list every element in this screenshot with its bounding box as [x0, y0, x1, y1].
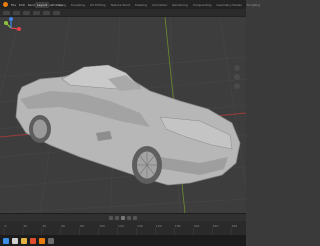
3d-viewport[interactable] — [0, 17, 246, 213]
tab-uv-editing[interactable]: UV Editing — [88, 2, 108, 8]
menu-file[interactable]: File — [11, 3, 16, 7]
timeline-editor[interactable]: 0 20 40 60 80 100 120 140 160 180 200 220 240 — [0, 213, 246, 236]
add-menu-button[interactable] — [43, 10, 50, 15]
previous-keyframe-button[interactable] — [115, 215, 119, 220]
tab-geometry-nodes[interactable]: Geometry Nodes — [215, 2, 244, 8]
next-keyframe-button[interactable] — [127, 215, 131, 220]
tab-texture-paint[interactable]: Texture Paint — [109, 2, 132, 8]
tab-shading[interactable]: Shading — [133, 2, 149, 8]
play-button[interactable] — [121, 215, 125, 220]
tab-compositing[interactable]: Compositing — [191, 2, 214, 8]
ruler-tick-label: 240 — [232, 224, 238, 228]
ruler-tick-label: 140 — [137, 224, 143, 228]
frame-ruler[interactable]: 0 20 40 60 80 100 120 140 160 180 200 220 240 — [0, 222, 246, 235]
zoom-icon[interactable] — [234, 65, 240, 71]
ruler-tick-label: 100 — [99, 224, 105, 228]
blender-icon[interactable] — [39, 237, 45, 244]
ruler-tick-label: 220 — [213, 224, 219, 228]
tab-sculpting[interactable]: Sculpting — [69, 2, 87, 8]
ruler-tick-label: 40 — [42, 224, 46, 228]
gizmo-x-handle — [17, 27, 21, 31]
app-icon[interactable] — [48, 237, 54, 244]
ruler-tick-label: 60 — [61, 224, 65, 228]
tab-scripting[interactable]: Scripting — [245, 2, 262, 8]
gizmo-z-handle — [9, 17, 13, 21]
blender-logo-icon[interactable] — [3, 2, 8, 7]
os-taskbar — [0, 235, 246, 246]
menu-edit[interactable]: Edit — [19, 3, 25, 7]
browser-icon[interactable] — [30, 237, 36, 244]
windows-start-icon[interactable] — [3, 237, 9, 244]
search-icon[interactable] — [12, 237, 18, 244]
object-menu-button[interactable] — [53, 10, 60, 15]
camera-view-icon[interactable] — [234, 83, 240, 89]
gizmo-y-handle — [4, 21, 8, 25]
select-menu-button[interactable] — [33, 10, 40, 15]
workspace-tabs: Layout Modeling Sculpting UV Editing Tex… — [35, 0, 262, 9]
view-menu-button[interactable] — [23, 10, 30, 15]
ruler-tick-label: 20 — [23, 224, 27, 228]
tab-rendering[interactable]: Rendering — [170, 2, 189, 8]
file-explorer-icon[interactable] — [21, 237, 27, 244]
viewport-header — [0, 9, 246, 17]
tab-animation[interactable]: Animation — [150, 2, 169, 8]
editor-type-button[interactable] — [3, 10, 10, 15]
pan-hand-icon[interactable] — [234, 74, 240, 80]
ruler-tick-label: 120 — [118, 224, 124, 228]
jump-to-start-button[interactable] — [109, 215, 113, 220]
viewport-canvas[interactable] — [0, 17, 246, 213]
rear-wheel-rim — [33, 119, 47, 139]
ruler-tick-label: 160 — [156, 224, 162, 228]
tab-layout[interactable]: Layout — [35, 1, 50, 8]
tab-modeling[interactable]: Modeling — [50, 2, 68, 8]
jump-to-end-button[interactable] — [133, 215, 137, 220]
ruler-tick-label: 0 — [5, 224, 7, 228]
navigation-gizmo[interactable] — [0, 17, 22, 39]
ruler-tick-label: 180 — [175, 224, 181, 228]
ruler-tick-label: 80 — [80, 224, 84, 228]
mode-select-button[interactable] — [13, 10, 20, 15]
playback-controls — [0, 214, 246, 221]
ruler-tick-label: 200 — [194, 224, 200, 228]
